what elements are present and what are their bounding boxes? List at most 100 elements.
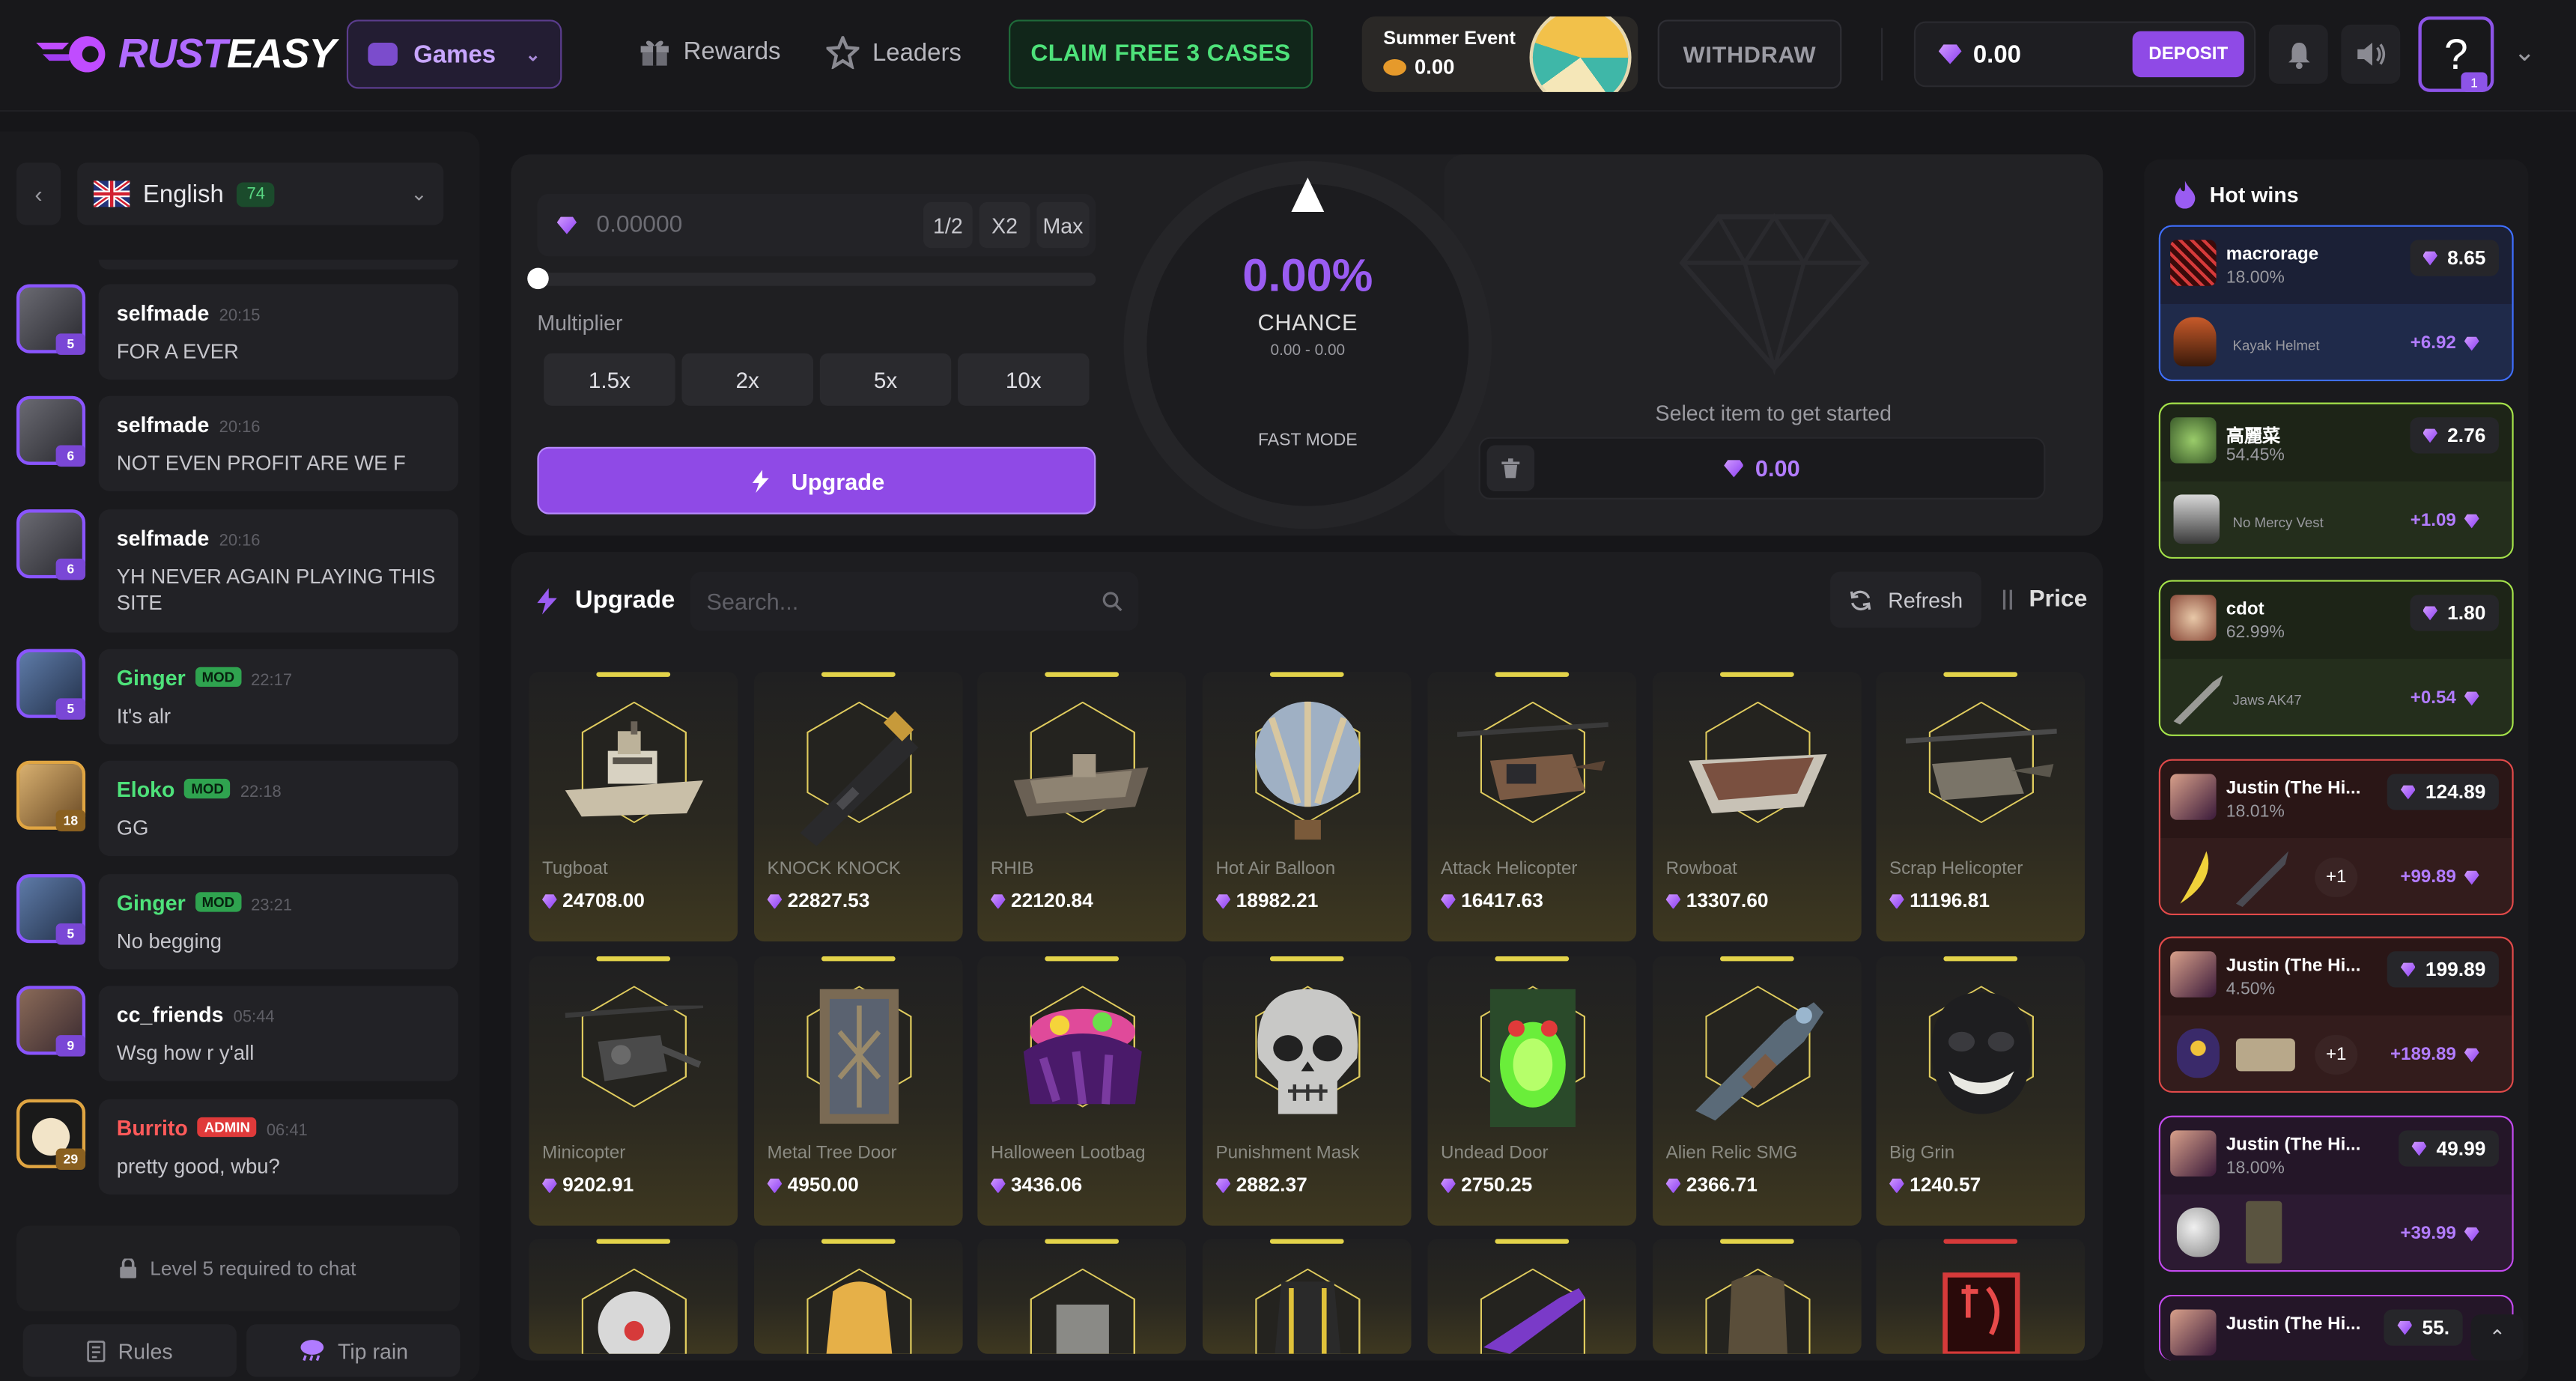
chat-username[interactable]: selfmade [117, 526, 210, 550]
multiplier-5x-button[interactable]: 5x [819, 353, 952, 406]
clear-selection-button[interactable] [1486, 445, 1535, 491]
help-button[interactable]: ? 1 [2418, 16, 2494, 92]
item-card[interactable] [1653, 1239, 1862, 1354]
nav-rewards[interactable]: Rewards [639, 36, 781, 66]
chat-collapse-button[interactable]: ‹ [16, 163, 61, 225]
double-button[interactable]: X2 [979, 201, 1030, 249]
chat-username[interactable]: Ginger [117, 890, 186, 915]
item-card[interactable] [754, 1239, 963, 1354]
mod-tag: MOD [195, 667, 241, 688]
withdraw-button[interactable]: WITHDRAW [1657, 19, 1842, 89]
gem-icon [1938, 44, 1962, 64]
chat-time: 06:41 [266, 1122, 308, 1141]
summer-event-card[interactable]: Summer Event 0.00 [1361, 16, 1638, 92]
tip-rain-button[interactable]: Tip rain [246, 1324, 461, 1377]
scroll-top-button[interactable]: ⌃ [2470, 1314, 2524, 1361]
item-price-value: 9202.91 [562, 1173, 634, 1197]
chat-username[interactable]: Ginger [117, 666, 186, 690]
chat-username[interactable]: selfmade [117, 300, 210, 325]
hot-win-card[interactable]: macrorage 18.00% 8.65 Kayak Helmet +6.92 [2158, 225, 2514, 381]
nav-leaders[interactable]: Leaders [826, 36, 962, 70]
half-button[interactable]: 1/2 [923, 201, 973, 249]
chat-bubble: cc_friends 05:44 Wsg how r y'all [98, 986, 459, 1081]
price-sort-button[interactable]: Price [2001, 586, 2087, 613]
item-card[interactable] [529, 1239, 738, 1354]
rarity-line [1045, 956, 1120, 962]
site-logo[interactable]: RUSTEASY [33, 29, 336, 79]
games-dropdown[interactable]: Games ⌄ [346, 19, 562, 89]
claim-free-cases-button[interactable]: CLAIM FREE 3 CASES [1009, 19, 1313, 89]
extra-items-count: +1 [2315, 858, 2358, 897]
gem-icon [1724, 459, 1744, 478]
item-price: 2882.37 [1215, 1173, 1307, 1196]
rules-button[interactable]: Rules [22, 1324, 237, 1377]
item-card[interactable]: Big Grin 1240.57 [1876, 956, 2086, 1226]
fast-mode-toggle[interactable]: FAST MODE [1124, 431, 1492, 450]
chat-username[interactable]: cc_friends [117, 1002, 224, 1027]
item-card[interactable]: Attack Helicopter 16417.63 [1427, 672, 1637, 942]
item-card[interactable]: Punishment Mask 2882.37 [1202, 956, 1412, 1226]
coin-icon [1383, 58, 1406, 76]
gem-icon [2464, 1047, 2479, 1063]
diamond-placeholder-icon [1679, 213, 1870, 375]
item-card[interactable]: Alien Relic SMG 2366.71 [1653, 956, 1862, 1226]
item-card[interactable]: RHIB 22120.84 [977, 672, 1186, 942]
chat-username[interactable]: Burrito [117, 1116, 188, 1141]
win-username: macrorage [2226, 244, 2319, 265]
multiplier-1-5x-button[interactable]: 1.5x [544, 353, 675, 406]
chat-text: NOT EVEN PROFIT ARE WE F [116, 452, 406, 476]
deposit-button[interactable]: DEPOSIT [2132, 31, 2244, 78]
hot-win-card[interactable]: Justin (The Hi... 4.50% 199.89 +1 +189.8… [2158, 936, 2514, 1093]
item-search-input[interactable]: Search... [690, 571, 1139, 631]
multiplier-2x-button[interactable]: 2x [681, 353, 813, 406]
item-card[interactable] [977, 1239, 1186, 1354]
help-badge: 1 [2461, 72, 2488, 92]
item-card[interactable]: Minicopter 9202.91 [529, 956, 738, 1226]
clown-mask-icon [598, 1291, 671, 1354]
item-card[interactable]: Halloween Lootbag 3436.06 [977, 956, 1186, 1226]
hot-win-card[interactable]: Justin (The Hi... 18.00% 49.99 +39.99 [2158, 1115, 2514, 1272]
level-badge: 5 [55, 923, 86, 945]
header-divider [1881, 28, 1883, 81]
win-value: 55. [2384, 1309, 2463, 1346]
bet-slider-track[interactable] [537, 273, 1096, 286]
win-chance: 18.00% [2226, 1158, 2285, 1179]
chat-time: 20:15 [219, 307, 261, 326]
hot-win-card[interactable]: Justin (The Hi... 55. [2158, 1294, 2514, 1361]
item-name: Hot Air Balloon [1215, 859, 1336, 879]
item-name: Big Grin [1889, 1143, 1955, 1164]
pointer-icon [1291, 177, 1325, 213]
language-select[interactable]: English 74 ⌄ [77, 163, 444, 225]
bet-slider-handle[interactable] [527, 267, 549, 290]
rarity-line [596, 1239, 671, 1244]
item-card[interactable]: Metal Tree Door 4950.00 [754, 956, 963, 1226]
item-card[interactable]: KNOCK KNOCK 22827.53 [754, 672, 963, 942]
hot-win-card[interactable]: cdot 62.99% 1.80 Jaws AK47 +0.54 [2158, 580, 2514, 736]
rifle-icon [2235, 851, 2289, 908]
hot-win-card[interactable]: Justin (The Hi... 18.01% 124.89 +1 +99.8… [2158, 759, 2514, 916]
account-chevron-down-icon[interactable]: ⌄ [2514, 36, 2536, 69]
max-button[interactable]: Max [1036, 201, 1090, 249]
item-price-value: 3436.06 [1011, 1173, 1083, 1197]
chat-text: FOR A EVER [116, 340, 239, 363]
item-card[interactable]: Scrap Helicopter 11196.81 [1876, 672, 2086, 942]
hot-win-card[interactable]: 高麗菜 54.45% 2.76 No Mercy Vest +1.09 [2158, 402, 2514, 559]
item-card[interactable] [1202, 1239, 1412, 1354]
multiplier-10x-button[interactable]: 10x [958, 353, 1090, 406]
item-card[interactable] [1427, 1239, 1637, 1354]
item-card[interactable]: Rowboat 13307.60 [1653, 672, 1862, 942]
item-card[interactable]: Tugboat 24708.00 [529, 672, 738, 942]
item-card[interactable]: Hot Air Balloon 18982.21 [1202, 672, 1412, 942]
chat-username[interactable]: Eloko [117, 777, 175, 802]
win-item-row: Jaws AK47 +0.54 [2160, 658, 2512, 735]
item-card[interactable]: Undead Door 2750.25 [1427, 956, 1637, 1226]
sound-button[interactable] [2341, 24, 2401, 84]
chat-username[interactable]: selfmade [117, 413, 210, 437]
upgrade-button[interactable]: Upgrade [537, 446, 1096, 515]
item-card[interactable] [1876, 1239, 2086, 1354]
win-item-name: No Mercy Vest [2232, 514, 2324, 531]
refresh-button[interactable]: Refresh [1830, 571, 1981, 628]
gem-icon [990, 894, 1006, 909]
notifications-button[interactable] [2268, 24, 2328, 84]
level-badge: 29 [55, 1148, 86, 1171]
